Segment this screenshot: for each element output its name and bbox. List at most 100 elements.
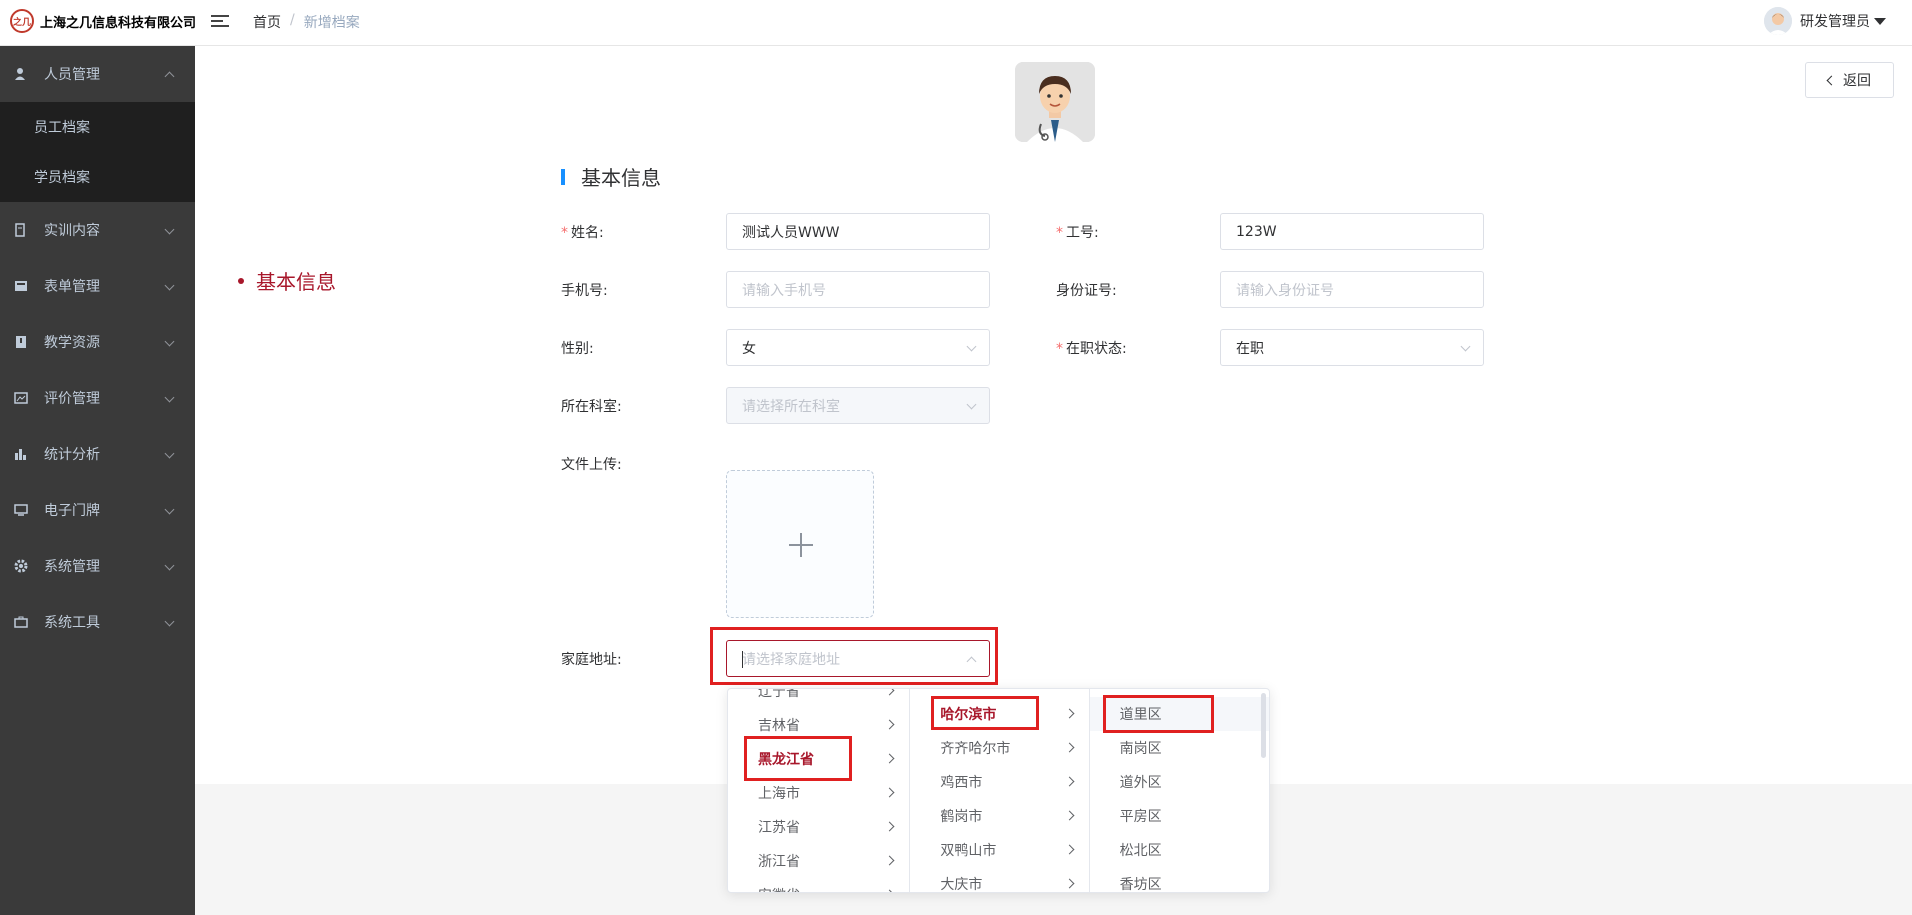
- sidebar-item-label: 教学资源: [44, 335, 100, 351]
- cascader-option-city[interactable]: 大庆市: [910, 867, 1088, 892]
- id-number-field[interactable]: 请输入身份证号: [1220, 271, 1484, 308]
- submenu-personnel: 员工档案 学员档案: [0, 102, 195, 202]
- document-icon: [14, 223, 28, 237]
- chevron-down-icon: [164, 616, 175, 627]
- sidebar-item-personnel[interactable]: 人员管理: [0, 46, 195, 102]
- scrollbar[interactable]: [1261, 693, 1266, 758]
- chevron-right-icon: [884, 889, 895, 892]
- chevron-down-icon: [164, 504, 175, 515]
- department-placeholder: 请选择所在科室: [742, 398, 840, 415]
- cascader-column-province: 辽宁省 吉林省 黑龙江省 上海市 江苏省 浙江省 安徽省: [728, 689, 911, 892]
- book-icon: [14, 335, 28, 349]
- title-bar-marker: [561, 168, 565, 185]
- menu-toggle-icon[interactable]: [211, 12, 229, 30]
- chevron-right-icon: [884, 753, 895, 764]
- chevron-down-icon: [164, 448, 175, 459]
- caret-down-icon: [1874, 17, 1886, 25]
- employment-status-value: 在职: [1236, 340, 1264, 357]
- sidebar-item-label: 人员管理: [44, 67, 100, 83]
- sidebar-subitem-staff[interactable]: 员工档案: [0, 102, 195, 152]
- anchor-label: 基本信息: [256, 270, 336, 294]
- employment-status-select[interactable]: 在职: [1220, 329, 1484, 366]
- sidebar-item-tools[interactable]: 系统工具: [0, 594, 195, 650]
- cascader-option-province[interactable]: 安徽省: [728, 878, 909, 892]
- cascader-option-province[interactable]: 浙江省: [728, 844, 909, 878]
- name-field[interactable]: 测试人员WWW: [726, 213, 990, 250]
- breadcrumb-current: 新增档案: [303, 15, 360, 31]
- cascader-option-city[interactable]: 鹤岗市: [910, 799, 1088, 833]
- file-upload-area[interactable]: [726, 470, 874, 618]
- company-logo[interactable]: 之几 上海之几信息科技有限公司: [10, 9, 196, 33]
- chevron-right-icon: [884, 855, 895, 866]
- chevron-right-icon: [1064, 742, 1075, 753]
- gender-label: 性别:: [561, 341, 594, 357]
- chevron-left-icon: [1826, 75, 1837, 85]
- cascader-option-city[interactable]: 双鸭山市: [910, 833, 1088, 867]
- sidebar-item-doorplate[interactable]: 电子门牌: [0, 482, 195, 538]
- form-card: 返回 基本信息 基本信息 * 姓名: 测试人员WWW * 工号: 123W 手机…: [195, 46, 1912, 784]
- sidebar-item-resources[interactable]: 教学资源: [0, 314, 195, 370]
- cascader-option-district[interactable]: 平房区: [1090, 799, 1269, 833]
- sidebar-item-evaluation[interactable]: 评价管理: [0, 370, 195, 426]
- sidebar-item-forms[interactable]: 表单管理: [0, 258, 195, 314]
- back-button[interactable]: 返回: [1805, 62, 1894, 98]
- avatar: [1764, 7, 1792, 35]
- chevron-up-icon: [164, 71, 175, 82]
- name-label: * 姓名:: [561, 225, 604, 241]
- logo-mark-icon: 之几: [10, 9, 34, 33]
- cascader-option-province[interactable]: 辽宁省: [728, 689, 909, 708]
- sidebar-item-training[interactable]: 实训内容: [0, 202, 195, 258]
- cascader-option-district[interactable]: 香坊区: [1090, 867, 1269, 892]
- cascader-option-district[interactable]: 松北区: [1090, 833, 1269, 867]
- cascader-option-district[interactable]: 道外区: [1090, 765, 1269, 799]
- back-button-label: 返回: [1843, 73, 1871, 89]
- gear-icon: [14, 559, 28, 573]
- profile-avatar: [1015, 62, 1095, 142]
- bullet-icon: [238, 277, 244, 284]
- chevron-right-icon: [1064, 878, 1075, 889]
- cascader-option-city[interactable]: 鸡西市: [910, 765, 1088, 799]
- picture-icon: [14, 391, 28, 405]
- chevron-right-icon: [1064, 844, 1075, 855]
- cascader-option-province[interactable]: 上海市: [728, 776, 909, 810]
- sidebar-subitem-students[interactable]: 学员档案: [0, 152, 195, 202]
- sidebar-item-label: 统计分析: [44, 447, 100, 463]
- sidebar-item-label: 评价管理: [44, 391, 100, 407]
- department-select[interactable]: 请选择所在科室: [726, 387, 990, 424]
- job-number-field[interactable]: 123W: [1220, 213, 1484, 250]
- chevron-down-icon: [966, 399, 977, 410]
- section-title: 基本信息: [561, 162, 661, 191]
- section-title-text: 基本信息: [581, 166, 661, 190]
- chevron-right-icon: [884, 787, 895, 798]
- chevron-down-icon: [164, 392, 175, 403]
- sidebar-item-label: 实训内容: [44, 223, 100, 239]
- department-label: 所在科室:: [561, 399, 622, 415]
- highlight-box-district: [1103, 695, 1214, 733]
- sidebar-item-statistics[interactable]: 统计分析: [0, 426, 195, 482]
- chevron-right-icon: [884, 821, 895, 832]
- sidebar-item-label: 系统管理: [44, 559, 100, 575]
- chevron-right-icon: [1064, 708, 1075, 719]
- breadcrumb: 首页 / 新增档案: [253, 12, 360, 32]
- breadcrumb-home[interactable]: 首页: [253, 12, 281, 32]
- id-number-label: 身份证号:: [1056, 283, 1117, 299]
- chevron-down-icon: [164, 224, 175, 235]
- phone-label: 手机号:: [561, 283, 608, 299]
- job-number-label: * 工号:: [1056, 225, 1099, 241]
- highlight-box-city: [931, 696, 1039, 730]
- sidebar-item-system[interactable]: 系统管理: [0, 538, 195, 594]
- phone-field[interactable]: 请输入手机号: [726, 271, 990, 308]
- gender-select[interactable]: 女: [726, 329, 990, 366]
- cascader-option-city[interactable]: 齐齐哈尔市: [910, 731, 1088, 765]
- chevron-down-icon: [1460, 341, 1471, 352]
- user-menu[interactable]: 研发管理员: [1764, 7, 1886, 35]
- form-icon: [14, 279, 28, 293]
- cascader-option-district[interactable]: 南岗区: [1090, 731, 1269, 765]
- chevron-right-icon: [1064, 810, 1075, 821]
- anchor-link-basic-info[interactable]: 基本信息: [238, 266, 336, 295]
- cascader-option-province[interactable]: 江苏省: [728, 810, 909, 844]
- chevron-right-icon: [1064, 776, 1075, 787]
- highlight-box-address: [710, 627, 998, 685]
- chevron-down-icon: [164, 560, 175, 571]
- monitor-icon: [14, 503, 28, 517]
